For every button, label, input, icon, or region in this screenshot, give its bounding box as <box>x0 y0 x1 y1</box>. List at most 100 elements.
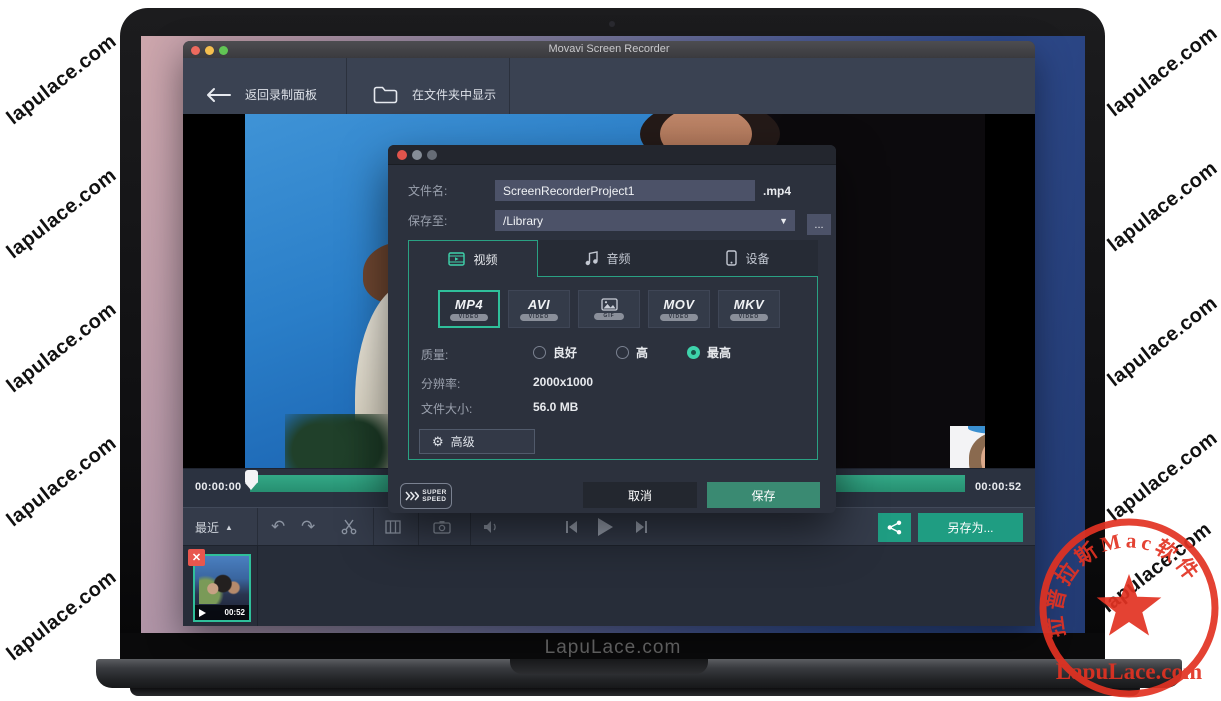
radio-icon <box>616 346 629 359</box>
watermark-footer: LapuLace.com <box>545 637 682 659</box>
format-tab-panel: 视频 音频 设备 MP4 VIDEO AVI VIDEO <box>408 240 818 461</box>
superspeed-badge: SUPERSPEED <box>400 483 452 509</box>
volume-icon[interactable] <box>483 520 499 534</box>
quality-highest-label: 最高 <box>707 344 731 361</box>
dialog-zoom-button[interactable] <box>427 150 437 160</box>
quality-label: 质量: <box>421 346 448 363</box>
laptop-camera <box>609 21 615 27</box>
tab-device[interactable]: 设备 <box>678 240 818 277</box>
gear-icon: ⚙ <box>432 434 444 450</box>
cut-icon[interactable] <box>341 519 357 535</box>
thumbnail-info-bar: 00:52 <box>195 605 249 620</box>
format-mov-badge: VIDEO <box>660 314 699 321</box>
watermark-text: lapulace.com <box>1104 22 1221 122</box>
tree-silhouette <box>285 414 395 468</box>
dialog-close-button[interactable] <box>397 150 407 160</box>
format-avi-button[interactable]: AVI VIDEO <box>508 290 570 328</box>
webcam-overlay <box>950 426 985 468</box>
quality-good-radio[interactable]: 良好 <box>533 344 577 361</box>
format-avi-label: AVI <box>528 297 550 312</box>
watermark-text: lapulace.com <box>1104 427 1221 527</box>
laptop-base <box>96 659 1182 688</box>
format-gif-button[interactable]: GIF <box>578 290 640 328</box>
save-to-dropdown[interactable]: /Library ▼ <box>495 210 795 231</box>
watermark-text: lapulace.com <box>1104 292 1221 392</box>
snapshot-icon[interactable] <box>433 520 451 534</box>
quality-highest-radio[interactable]: 最高 <box>687 344 731 361</box>
folder-icon <box>373 86 398 104</box>
tab-video-label: 视频 <box>473 251 497 268</box>
superspeed-chevrons-icon <box>405 491 419 501</box>
format-mkv-button[interactable]: MKV VIDEO <box>718 290 780 328</box>
filesize-label: 文件大小: <box>421 400 472 417</box>
delete-recording-button[interactable]: ✕ <box>188 549 205 566</box>
skip-back-icon[interactable] <box>565 520 578 534</box>
play-icon[interactable] <box>598 518 613 536</box>
quality-good-label: 良好 <box>553 344 577 361</box>
window-titlebar: Movavi Screen Recorder <box>183 41 1035 58</box>
tab-audio[interactable]: 音频 <box>538 240 678 277</box>
device-tab-icon <box>726 250 737 266</box>
radio-selected-icon <box>687 346 700 359</box>
watermark-text: lapulace.com <box>3 30 122 130</box>
format-mov-label: MOV <box>663 297 694 312</box>
save-to-label: 保存至: <box>408 212 495 229</box>
timeline-total-time: 00:00:52 <box>975 481 1021 493</box>
toolbar-divider <box>470 508 471 546</box>
thumbnail-play-icon <box>199 609 206 617</box>
back-button-label: 返回录制面板 <box>245 86 317 103</box>
frames-icon[interactable] <box>385 520 401 534</box>
video-tab-content: MP4 VIDEO AVI VIDEO GIF MOV VIDEO MKV <box>408 277 818 460</box>
share-button[interactable] <box>878 513 911 542</box>
resolution-value: 2000x1000 <box>533 375 593 389</box>
webcam-umbrella <box>968 426 985 434</box>
file-name-label: 文件名: <box>408 182 495 199</box>
laptop-base-edge <box>130 688 1140 696</box>
format-buttons: MP4 VIDEO AVI VIDEO GIF MOV VIDEO MKV <box>438 290 780 328</box>
undo-icon[interactable]: ↶ <box>271 517 285 537</box>
gif-image-icon <box>601 298 618 311</box>
filesize-value: 56.0 MB <box>533 400 578 414</box>
save-button[interactable]: 保存 <box>707 482 820 508</box>
timeline-playhead[interactable] <box>245 470 258 483</box>
format-tabs: 视频 音频 设备 <box>408 240 818 277</box>
thumbnail-image <box>199 570 245 604</box>
save-as-button[interactable]: 另存为... <box>918 513 1023 542</box>
file-name-input[interactable]: ScreenRecorderProject1 <box>495 180 755 201</box>
quality-high-label: 高 <box>636 344 648 361</box>
tab-audio-label: 音频 <box>606 250 630 267</box>
video-tab-icon <box>448 252 465 266</box>
format-mp4-button[interactable]: MP4 VIDEO <box>438 290 500 328</box>
quality-high-radio[interactable]: 高 <box>616 344 648 361</box>
timeline-current-time: 00:00:00 <box>195 481 241 493</box>
superspeed-label: SUPERSPEED <box>422 489 446 503</box>
laptop-notch <box>510 659 708 674</box>
format-avi-badge: VIDEO <box>520 314 559 321</box>
format-mp4-label: MP4 <box>455 297 483 312</box>
format-mkv-badge: VIDEO <box>730 314 769 321</box>
file-extension: .mp4 <box>763 184 791 198</box>
format-mov-button[interactable]: MOV VIDEO <box>648 290 710 328</box>
redo-icon[interactable]: ↷ <box>301 517 315 537</box>
format-mkv-label: MKV <box>734 297 764 312</box>
dialog-titlebar <box>388 145 836 165</box>
save-to-row: 保存至: /Library ▼ <box>408 210 795 231</box>
caret-up-icon: ▲ <box>225 523 233 532</box>
stamp-star <box>1097 574 1162 636</box>
recent-dropdown[interactable]: 最近 ▲ <box>195 508 233 546</box>
thumbnail-duration: 00:52 <box>225 608 245 617</box>
dialog-minimize-button[interactable] <box>412 150 422 160</box>
toolbar-divider <box>257 508 258 546</box>
stamp-bottom-text: LapuLace.com <box>1056 659 1202 684</box>
file-name-row: 文件名: ScreenRecorderProject1 .mp4 <box>408 180 791 201</box>
skip-forward-icon[interactable] <box>635 520 648 534</box>
save-to-value: /Library <box>503 214 543 228</box>
advanced-button[interactable]: ⚙ 高级 <box>419 429 535 454</box>
site-stamp: 拉普拉斯Mac软件 LapuLace.com <box>1036 515 1221 701</box>
format-mp4-badge: VIDEO <box>450 314 489 321</box>
browse-button[interactable]: ... <box>807 214 831 235</box>
advanced-label: 高级 <box>451 433 475 450</box>
show-in-folder-label: 在文件夹中显示 <box>412 86 496 103</box>
cancel-button[interactable]: 取消 <box>583 482 697 508</box>
tab-video[interactable]: 视频 <box>408 240 538 277</box>
